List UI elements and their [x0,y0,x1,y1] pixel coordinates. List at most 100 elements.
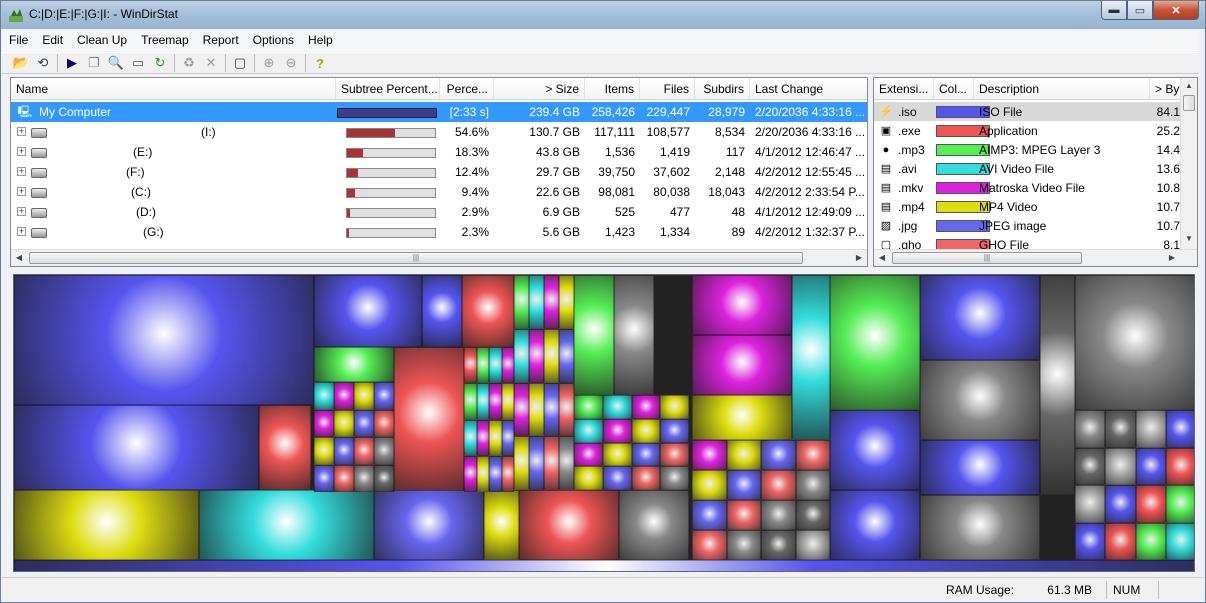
treemap-tile[interactable] [484,490,519,560]
treemap-tile[interactable] [1040,275,1075,495]
treemap-tile[interactable] [1135,522,1166,560]
treemap-tile[interactable] [795,530,830,560]
treemap-tile[interactable] [574,275,614,395]
list-item[interactable]: ▣ .exe Application 25.2 [874,121,1182,140]
expand-icon[interactable]: + [17,227,26,236]
treemap-tile[interactable] [334,437,354,465]
treemap-tile[interactable] [1075,485,1106,523]
menu-clean-up[interactable]: Clean Up [70,31,134,51]
treemap-tile[interactable] [476,347,489,384]
scroll-right-icon[interactable]: ▶ [854,253,864,263]
delete-icon[interactable]: ✕ [200,53,222,73]
treemap-tile[interactable] [574,442,603,467]
treemap-tile[interactable] [489,455,502,492]
col-description[interactable]: Description [974,78,1150,100]
treemap-tile[interactable] [726,440,761,470]
menu-file[interactable]: File [2,31,35,51]
treemap-tile[interactable] [1105,522,1136,560]
treemap-tile[interactable] [476,383,489,420]
treemap-tile[interactable] [761,530,796,560]
treemap-tile[interactable] [529,275,544,329]
treemap-tile[interactable] [464,347,477,384]
treemap-tile[interactable] [726,500,761,530]
treemap-tile[interactable] [920,495,1040,560]
treemap-tile[interactable] [631,466,661,490]
treemap-tile[interactable] [14,560,1194,571]
treemap-tile[interactable] [795,500,830,530]
close-button[interactable]: ✕ [1153,1,1199,20]
help-icon[interactable]: ? [309,53,331,73]
play-icon[interactable]: ▶ [61,53,83,73]
treemap-tile[interactable] [489,419,502,456]
extension-vscrollbar[interactable]: ▲ ▼ [1180,78,1197,250]
directory-hscrollbar[interactable]: ◀ ||| ▶ [11,249,867,266]
refresh-all-icon[interactable]: ⟲ [32,53,54,73]
treemap-tile[interactable] [314,382,334,410]
col-files[interactable]: Files [640,78,695,100]
treemap-tile[interactable] [602,418,632,443]
treemap-tile[interactable] [314,409,334,437]
treemap-tile[interactable] [314,347,394,382]
scroll-left-icon[interactable]: ◀ [877,253,887,263]
col-subtree-percent[interactable]: Subtree Percent... [336,78,440,100]
treemap-tile[interactable] [920,360,1040,440]
expand-icon[interactable]: + [17,127,26,136]
menu-report[interactable]: Report [196,31,246,51]
list-item[interactable]: ▨ .jpg JPEG image 10.7 [874,216,1182,235]
treemap-tile[interactable] [660,442,689,467]
treemap-tile[interactable] [602,442,632,467]
treemap-tile[interactable] [1075,410,1106,448]
treemap-tile[interactable] [464,383,477,420]
treemap-tile[interactable] [1075,522,1106,560]
directory-list[interactable]: Name Subtree Percent... Perce... > Size … [10,77,868,267]
treemap-tile[interactable] [559,436,574,490]
treemap-tile[interactable] [574,418,603,443]
treemap-tile[interactable] [476,419,489,456]
treemap-tile[interactable] [602,466,632,490]
treemap-tile[interactable] [1135,410,1166,448]
expand-icon[interactable]: + [17,187,26,196]
treemap-tile[interactable] [14,275,314,405]
list-item[interactable]: ⚡ .iso ISO File 84.1 [874,102,1182,121]
treemap-tile[interactable] [464,419,477,456]
treemap-tile[interactable] [529,382,544,437]
treemap-tile[interactable] [692,470,727,500]
treemap-tile[interactable] [519,490,619,560]
menu-help[interactable]: Help [301,31,340,51]
col-size[interactable]: > Size [494,78,585,100]
treemap-tile[interactable] [559,382,574,437]
treemap-tile[interactable] [199,490,374,560]
list-item[interactable]: ▤ .mkv Matroska Video File 10.8 [874,178,1182,197]
treemap-tile[interactable] [544,382,559,437]
treemap-tile[interactable] [314,437,334,465]
table-row[interactable]: + (E:) 18.3% 43.8 GB 1,536 1,419 117 4/1/2012 1… [11,142,867,162]
col-name[interactable]: Name [11,78,336,100]
treemap-tile[interactable] [464,455,477,492]
treemap-tile[interactable] [614,275,654,395]
treemap-tile[interactable] [501,383,514,420]
zoom-out-icon[interactable]: ⊖ [280,53,302,73]
list-item[interactable]: ▤ .avi AVI Video File 13.6 [874,159,1182,178]
treemap-tile[interactable] [692,530,727,560]
treemap-tile[interactable] [514,275,529,329]
treemap-tile[interactable] [422,275,462,347]
col-percent[interactable]: Perce... [440,78,494,100]
vscroll-thumb[interactable] [1183,95,1195,111]
copy-path-icon[interactable]: ❐ [83,53,105,73]
treemap-tile[interactable] [830,275,920,410]
properties-icon[interactable]: ▢ [229,53,251,73]
treemap-tile[interactable] [631,442,661,467]
treemap-tile[interactable] [692,275,792,335]
treemap-tile[interactable] [1075,275,1194,410]
hscroll-thumb[interactable]: ||| [29,252,803,264]
treemap-tile[interactable] [354,409,374,437]
treemap-tile[interactable] [761,470,796,500]
treemap-tile[interactable] [259,405,311,490]
treemap-tile[interactable] [501,347,514,384]
scroll-up-icon[interactable]: ▲ [1184,81,1194,91]
table-row[interactable]: + (F:) 12.4% 29.7 GB 39,750 37,602 2,148 4/2/20… [11,162,867,182]
treemap-tile[interactable] [920,440,1040,495]
treemap-tile[interactable] [726,470,761,500]
scroll-down-icon[interactable]: ▼ [1184,234,1194,244]
zoom-in-icon[interactable]: ⊕ [258,53,280,73]
